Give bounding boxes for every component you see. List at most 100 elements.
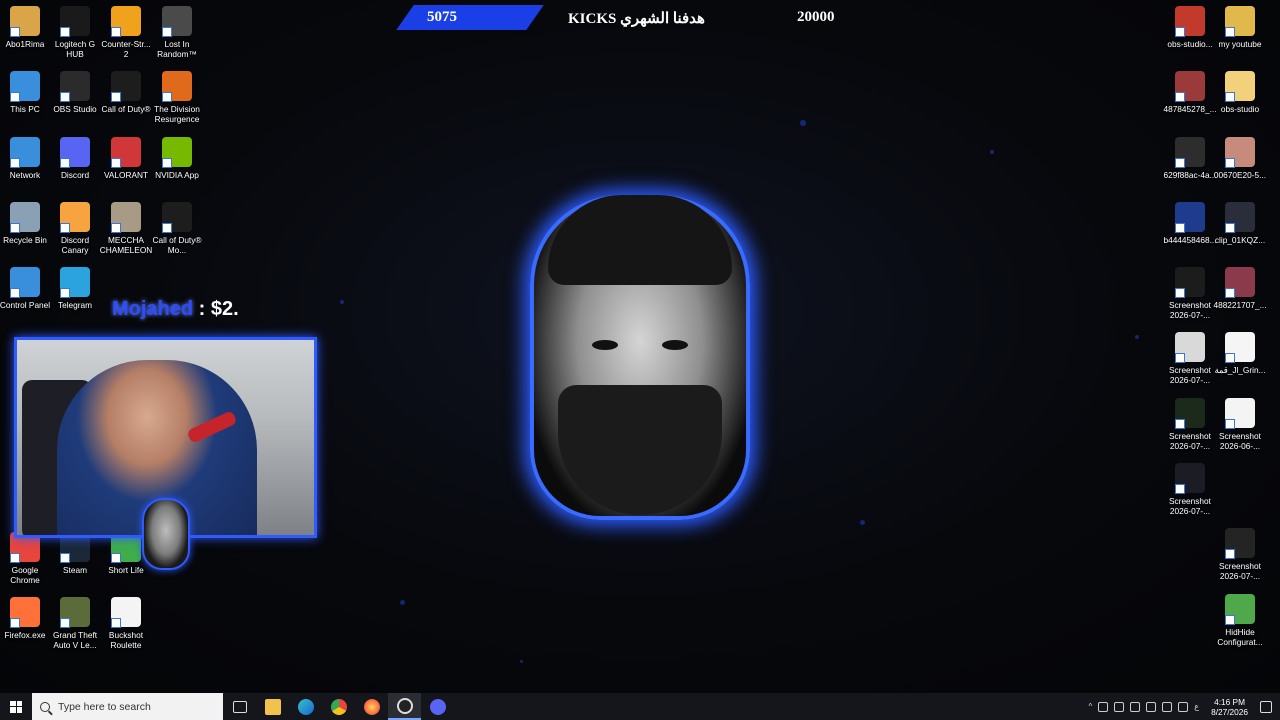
task-view-button[interactable] [223,693,256,720]
desktop-icon[interactable]: Steam [50,532,100,575]
app-icon [1225,398,1255,429]
taskbar-obs[interactable] [388,693,421,720]
taskbar-firefox[interactable] [355,693,388,720]
desktop-icon-label: clip_01KQZ... [1214,235,1266,245]
monitor-icon[interactable] [1162,701,1173,712]
desktop-icon[interactable]: Screenshot 2026-07-... [1165,463,1215,516]
desktop-icon[interactable]: MECCHA CHAMELEON [99,202,153,255]
taskbar-search[interactable]: Type here to search [32,693,223,720]
mic-icon[interactable] [1098,701,1109,712]
desktop-icon[interactable]: Google Chrome [0,532,50,585]
app-icon [1175,332,1205,363]
desktop-icon[interactable]: This PC [0,71,50,114]
desktop-icon-label: VALORANT [103,170,149,180]
desktop-icon-label: NVIDIA App [155,170,199,180]
clock[interactable]: 4:16 PM 8/27/2026 [1211,697,1248,717]
desktop-icon[interactable]: Recycle Bin [0,202,50,245]
desktop-icon[interactable]: Control Panel [0,267,50,310]
desktop-icon[interactable]: obs-studio... [1165,6,1215,49]
desktop-icon-label: This PC [10,104,40,114]
desktop-icon-label: 00670E20-5... [1213,170,1267,180]
desktop-icon-label: my youtube [1218,39,1262,49]
taskbar-edge[interactable] [289,693,322,720]
clock-time: 4:16 PM [1214,696,1245,707]
app-icon [162,6,192,37]
desktop-icon[interactable]: clip_01KQZ... [1215,202,1265,245]
search-icon [40,701,50,712]
app-icon [10,267,40,298]
discord-icon [429,698,446,715]
chevron-up-icon[interactable]: ^ [1089,702,1093,711]
desktop-icon[interactable]: Firefox.exe [0,597,50,640]
network-icon[interactable] [1146,701,1157,712]
desktop-icon[interactable]: obs-studio [1215,71,1265,114]
desktop-icon[interactable]: Telegram [50,267,100,310]
desktop-icon[interactable]: Call of Duty® [101,71,151,114]
app-icon [162,202,192,233]
desktop-icon-label: Screenshot 2026-07-... [1169,431,1211,451]
desktop-icon[interactable]: Call of Duty® Mo... [152,202,202,255]
app-icon [10,597,40,628]
desktop-icon[interactable]: قمة_Jl_Grin... [1214,332,1266,375]
app-icon [10,71,40,102]
desktop-icon[interactable]: Logitech G HUB [50,6,100,59]
desktop-icon[interactable]: HidHide Configurat... [1215,594,1265,647]
language-indicator[interactable]: ع [1194,702,1199,711]
desktop-icon-label: Logitech G HUB [54,39,96,59]
notification-icon[interactable] [1260,700,1272,713]
taskbar-discord[interactable] [421,693,454,720]
app-icon [111,137,141,168]
desktop[interactable]: Abo1Rima Logitech G HUB Counter-Str... 2 Lo… [0,0,1280,693]
desktop-icon[interactable]: Network [0,137,50,180]
desktop-icon[interactable]: my youtube [1215,6,1265,49]
desktop-icon[interactable]: Discord Canary [50,202,100,255]
desktop-icon[interactable]: The Division Resurgence [152,71,202,124]
desktop-icon-label: Call of Duty® Mo... [152,235,202,255]
desktop-icon[interactable]: Counter-Str... 2 [101,6,151,59]
desktop-icon[interactable]: Lost In Random™ [152,6,202,59]
desktop-icon[interactable]: Screenshot 2026-07-... [1165,332,1215,385]
desktop-icon-label: MECCHA CHAMELEON [99,235,153,255]
desktop-icon-label: Lost In Random™ [157,39,197,59]
device-icon[interactable] [1114,701,1125,712]
desktop-icon-label: Google Chrome [10,565,40,585]
background-speck [340,300,344,304]
taskbar-chrome[interactable] [322,693,355,720]
desktop-icon[interactable]: Screenshot 2026-07-... [1215,528,1265,581]
app-icon [60,137,90,168]
desktop-icon-label: Counter-Str... 2 [101,39,151,59]
volume-icon[interactable] [1178,701,1189,712]
desktop-icon[interactable]: 00670E20-5... [1213,137,1267,180]
system-tray: ^ ع 4:16 PM 8/27/2026 [1089,697,1280,717]
desktop-icon[interactable]: Abo1Rima [0,6,50,49]
chrome-icon [330,698,347,715]
desktop-icon[interactable]: b444458468... [1163,202,1217,245]
display-icon[interactable] [1130,701,1141,712]
desktop-icon[interactable]: Screenshot 2026-06-... [1215,398,1265,451]
desktop-icon-label: Grand Theft Auto V Le... [52,630,98,650]
app-icon [60,71,90,102]
desktop-icon[interactable]: 629f88ac-4a... [1163,137,1217,180]
desktop-icon[interactable]: VALORANT [101,137,151,180]
donation-amount: : $2. [193,298,239,320]
desktop-icon[interactable]: Screenshot 2026-07-... [1165,398,1215,451]
desktop-icon[interactable]: NVIDIA App [152,137,202,180]
app-icon [60,597,90,628]
desktop-icon[interactable]: Grand Theft Auto V Le... [50,597,100,650]
desktop-icon[interactable]: Discord [50,137,100,180]
desktop-icon[interactable]: OBS Studio [50,71,100,114]
app-icon [1175,6,1205,37]
goal-title: هدفنا الشهري KICKS [568,11,705,27]
logo-beard [558,385,722,515]
desktop-icon[interactable]: Screenshot 2026-07-... [1165,267,1215,320]
taskbar-file-explorer[interactable] [256,693,289,720]
app-icon [60,202,90,233]
start-button[interactable] [0,693,32,720]
desktop-icon-label: obs-studio... [1167,39,1213,49]
desktop-icon[interactable]: 488221707_... [1213,267,1267,310]
donation-name: Mojahed [112,298,194,320]
desktop-icon-label: Discord Canary [60,235,90,255]
desktop-icon[interactable]: Buckshot Roulette [101,597,151,650]
desktop-icon[interactable]: 487845278_... [1163,71,1217,114]
goal-current-count: 5075 [427,9,457,25]
